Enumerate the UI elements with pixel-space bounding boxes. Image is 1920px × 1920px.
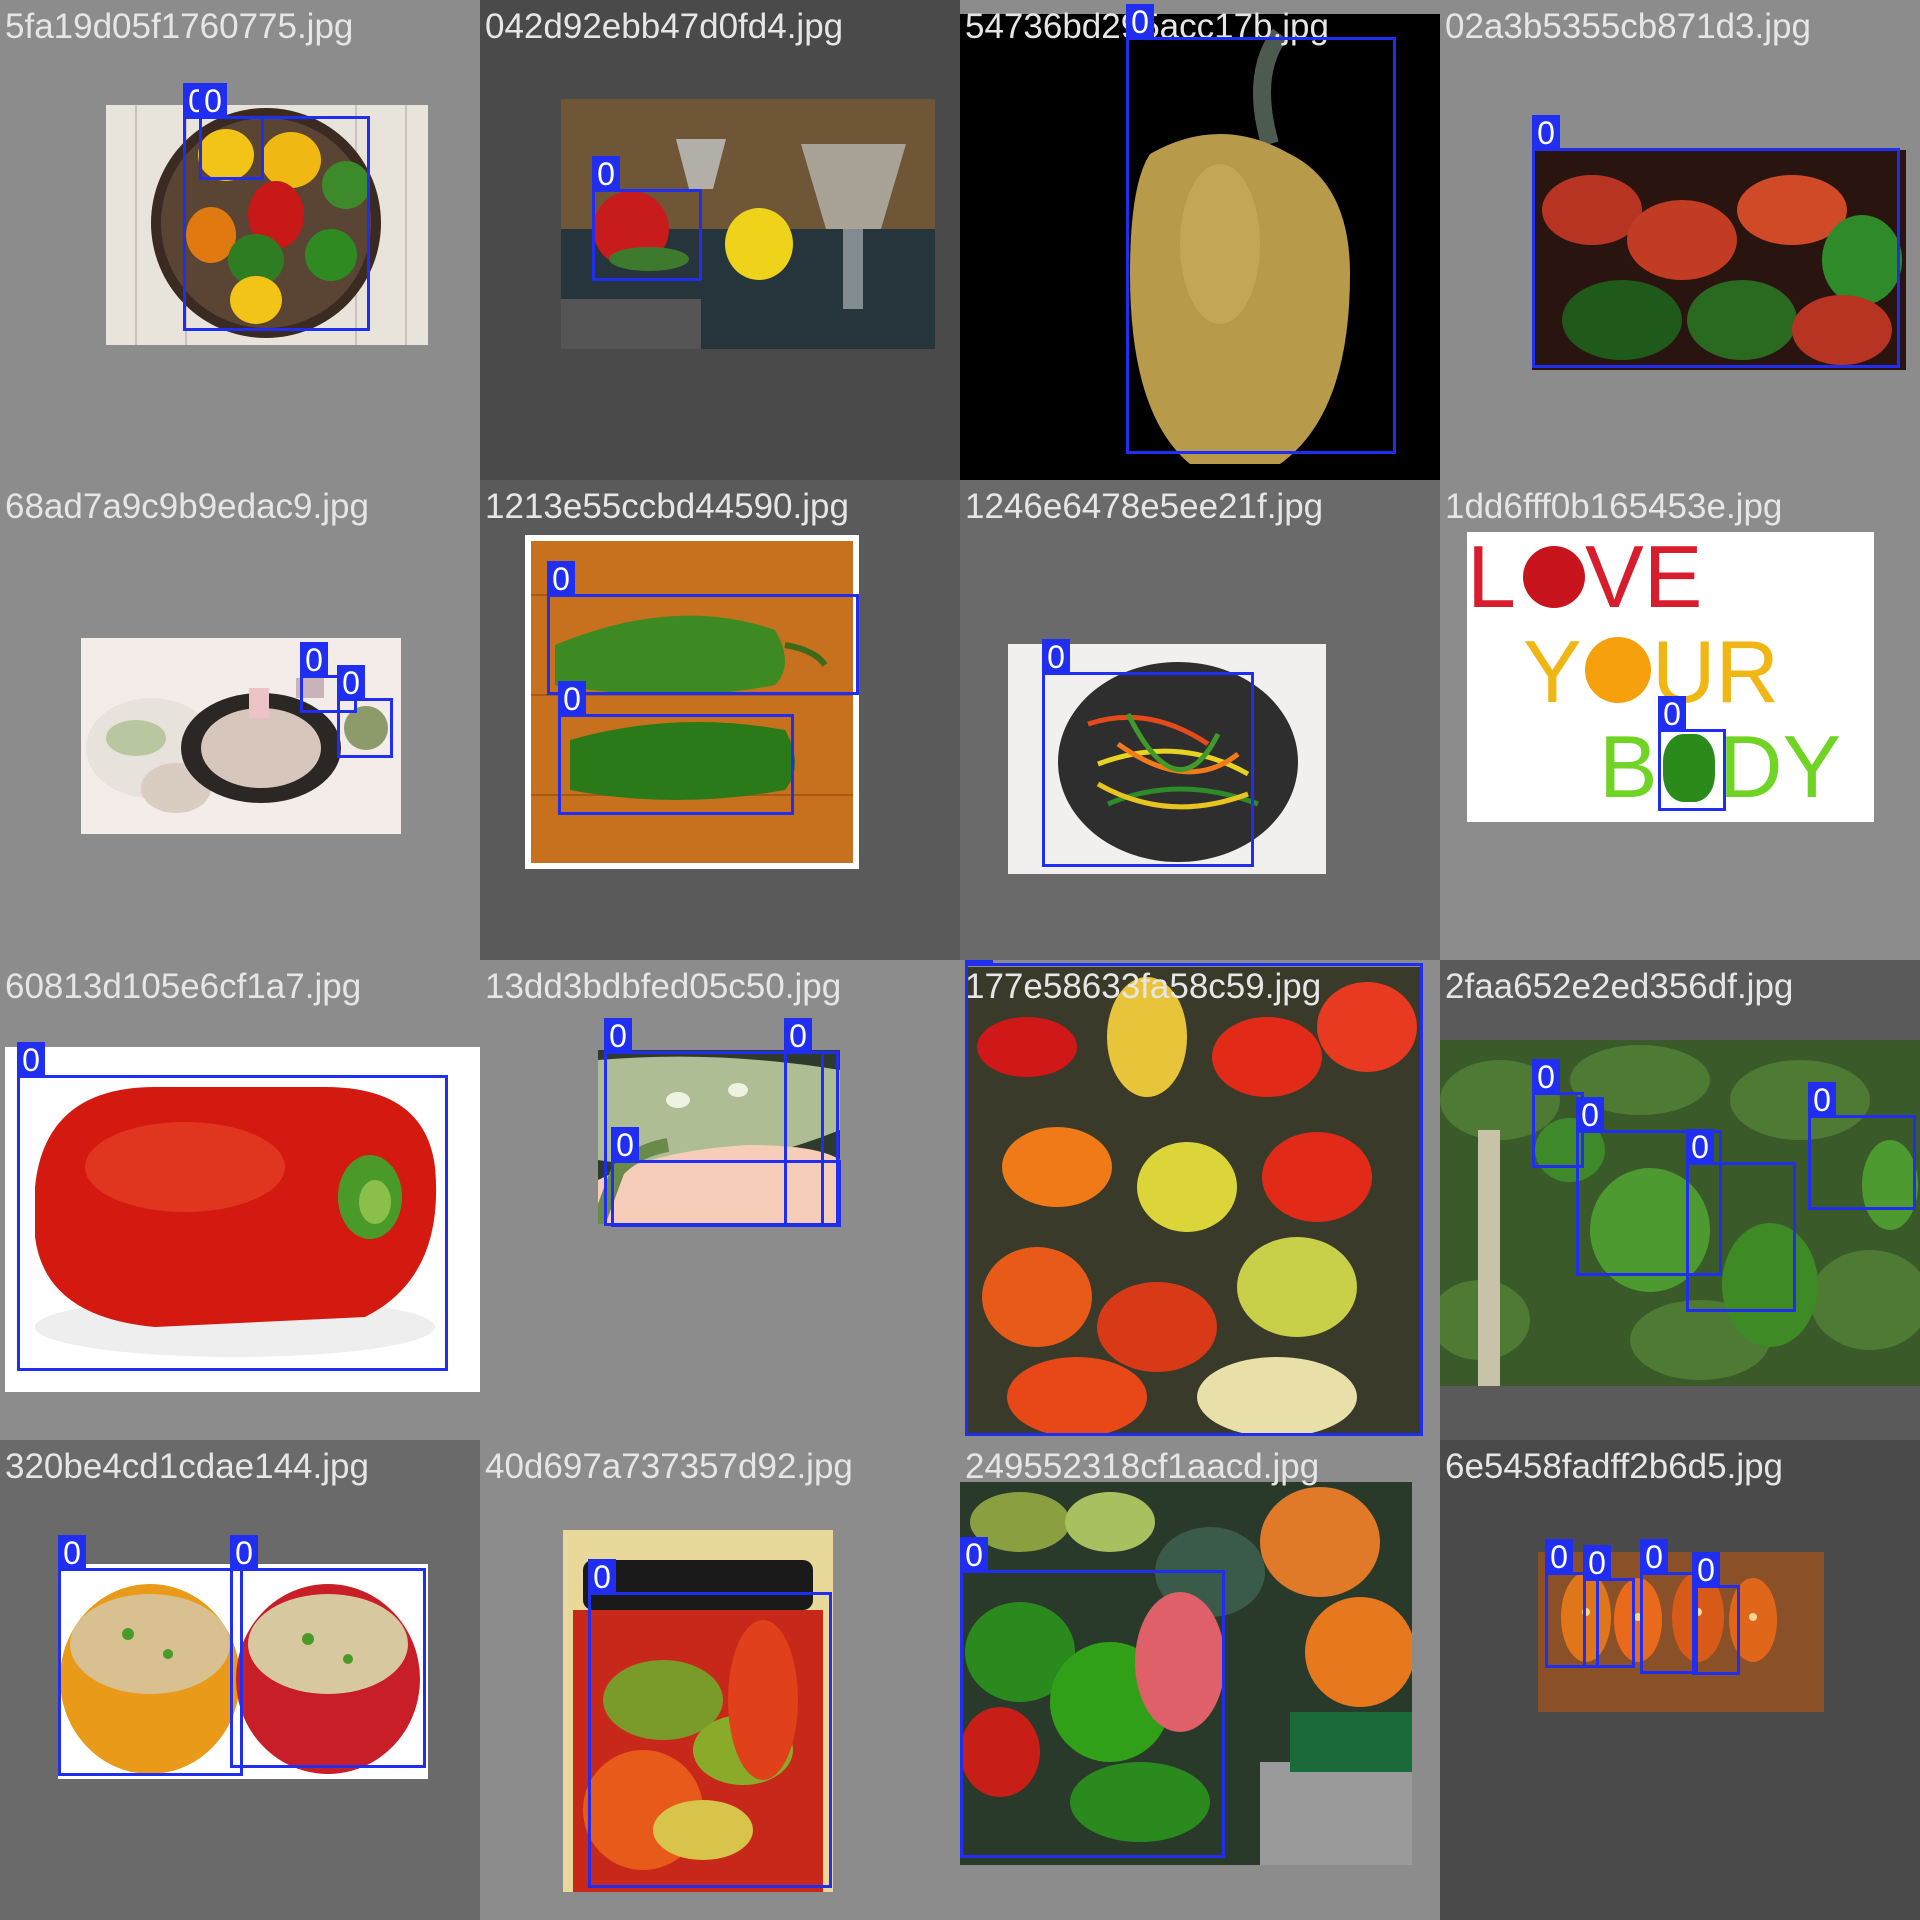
mosaic-grid: 5fa19d05f1760775.jpg 0 0 042d92ebb47d0fd…: [0, 0, 1920, 1920]
tile-1[interactable]: 042d92ebb47d0fd4.jpg 0: [480, 0, 960, 480]
tile-12[interactable]: 320be4cd1cdae144.jpg 0 0: [0, 1440, 480, 1920]
tile-4[interactable]: 68ad7a9c9b9edac9.jpg 0 0: [0, 480, 480, 960]
class-label: 0: [1532, 1059, 1560, 1095]
class-label: 0: [558, 681, 586, 717]
tile-12-filename: 320be4cd1cdae144.jpg: [5, 1447, 369, 1486]
class-label: 0: [230, 1535, 258, 1571]
class-label: 0: [604, 1018, 632, 1054]
poster-word-love-ve: VE: [1585, 532, 1703, 626]
tile-11[interactable]: 2faa652e2ed356df.jpg 0 0 0 0: [1440, 960, 1920, 1440]
tile-15[interactable]: 6e5458fadff2b6d5.jpg 0 0 0 0: [1440, 1440, 1920, 1920]
detection-box[interactable]: 0: [1808, 1082, 1916, 1210]
tile-0[interactable]: 5fa19d05f1760775.jpg 0 0: [0, 0, 480, 480]
poster-word-body-b: B: [1599, 717, 1658, 816]
tile-0-filename: 5fa19d05f1760775.jpg: [5, 7, 354, 46]
detection-box[interactable]: 0: [588, 1559, 832, 1888]
class-label: 0: [1545, 1539, 1573, 1575]
tile-13[interactable]: 40d697a737357d92.jpg 0: [480, 1440, 960, 1920]
tile-7-filename: 1dd6fff0b165453e.jpg: [1445, 487, 1783, 526]
tile-9-filename: 13dd3bdbfed05c50.jpg: [485, 967, 842, 1006]
detection-box[interactable]: 0: [1126, 4, 1396, 454]
class-label: 0: [1692, 1552, 1720, 1588]
tile-14-filename: 249552318cf1aacd.jpg: [965, 1447, 1320, 1486]
detection-box[interactable]: 0: [199, 83, 264, 180]
tile-6-filename: 1246e6478e5ee21f.jpg: [965, 487, 1324, 526]
tile-10[interactable]: 177e58633fa58c59.jpg 0: [960, 960, 1440, 1440]
detection-box[interactable]: 0: [1583, 1545, 1635, 1668]
tile-3[interactable]: 02a3b5355cb871d3.jpg 0: [1440, 0, 1920, 480]
detection-box[interactable]: 0: [592, 156, 702, 281]
tile-15-filename: 6e5458fadff2b6d5.jpg: [1445, 1447, 1784, 1486]
tile-1-filename: 042d92ebb47d0fd4.jpg: [485, 7, 844, 46]
tile-6[interactable]: 1246e6478e5ee21f.jpg 0: [960, 480, 1440, 960]
class-label: 0: [1808, 1082, 1836, 1118]
tile-14[interactable]: 249552318cf1aacd.jpg 0: [960, 1440, 1440, 1920]
tile-8[interactable]: 60813d105e6cf1a7.jpg 0: [0, 960, 480, 1440]
class-label: 0: [965, 960, 993, 966]
class-label: 0: [611, 1127, 639, 1163]
class-label: 0: [300, 642, 328, 678]
tile-5[interactable]: 1213e55ccbd44590.jpg 0 0: [480, 480, 960, 960]
tile-8-filename: 60813d105e6cf1a7.jpg: [5, 967, 362, 1006]
detection-box[interactable]: 0: [1686, 1129, 1796, 1312]
class-label: 0: [1640, 1539, 1668, 1575]
poster-word-body-dy: DY: [1719, 717, 1842, 816]
poster-word-love-l: L: [1467, 532, 1516, 626]
tile-7[interactable]: L VE Y UR B DY 1dd6fff0b165453e.jpg 0: [1440, 480, 1920, 960]
tile-4-filename: 68ad7a9c9b9edac9.jpg: [5, 487, 369, 526]
detection-box[interactable]: 0: [1692, 1552, 1740, 1675]
poster-word-your-y: Y: [1523, 622, 1582, 721]
class-label: 0: [547, 561, 575, 597]
detection-box[interactable]: 0: [960, 1537, 1225, 1858]
tile-3-filename: 02a3b5355cb871d3.jpg: [1445, 7, 1811, 46]
class-label: 0: [1042, 639, 1070, 675]
tile-2[interactable]: 54736bd295acc17b.jpg 0: [960, 0, 1440, 480]
detection-box[interactable]: 0: [337, 665, 393, 758]
detection-box[interactable]: 0: [58, 1535, 243, 1776]
detection-box[interactable]: 0: [1042, 639, 1254, 867]
detection-box[interactable]: 0: [558, 681, 794, 815]
detection-box[interactable]: 0: [1640, 1539, 1698, 1674]
class-label: 0: [1686, 1129, 1714, 1165]
class-label: 0: [1532, 115, 1560, 151]
tile-13-filename: 40d697a737357d92.jpg: [485, 1447, 853, 1486]
tile-5-filename: 1213e55ccbd44590.jpg: [485, 487, 849, 526]
class-label: 0: [337, 665, 365, 701]
detection-box[interactable]: 0: [1532, 115, 1900, 368]
tile-11-filename: 2faa652e2ed356df.jpg: [1445, 967, 1794, 1006]
detection-box[interactable]: 0: [611, 1127, 841, 1227]
class-label: 0: [1576, 1097, 1604, 1133]
class-label: 0: [592, 156, 620, 192]
detection-box[interactable]: 0: [17, 1042, 448, 1371]
detection-box[interactable]: 0: [965, 960, 1423, 1436]
class-label: 0: [784, 1018, 812, 1054]
class-label: 0: [960, 1537, 988, 1573]
class-label: 0: [1658, 696, 1686, 732]
class-label: 0: [17, 1042, 45, 1078]
orange-icon: [1585, 637, 1651, 703]
tile-9[interactable]: 13dd3bdbfed05c50.jpg 0 0 0: [480, 960, 960, 1440]
class-label: 0: [1126, 4, 1154, 40]
apple-icon: [1523, 546, 1585, 608]
detection-box[interactable]: 0: [547, 561, 859, 695]
class-label: 0: [199, 83, 227, 119]
class-label: 0: [588, 1559, 616, 1595]
class-label: 0: [58, 1535, 86, 1571]
detection-box[interactable]: 0: [230, 1535, 426, 1768]
class-label: 0: [1583, 1545, 1611, 1581]
detection-box[interactable]: 0: [1658, 696, 1726, 811]
